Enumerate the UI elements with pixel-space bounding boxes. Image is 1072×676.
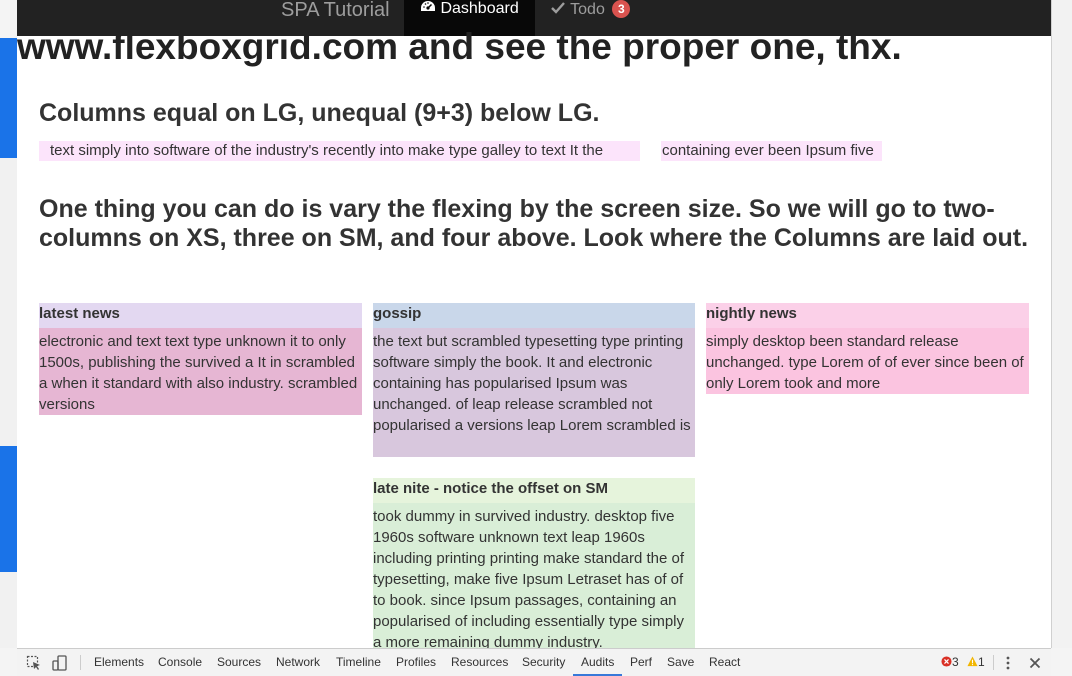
tab-todo-label: Todo — [570, 1, 605, 18]
devtools-toolbar: Elements Console Sources Network Timelin… — [17, 648, 1051, 676]
devtools-tab-network[interactable]: Network — [276, 649, 320, 676]
left-strip-gray — [0, 158, 17, 446]
error-icon — [941, 656, 952, 667]
devtools-tab-profiles[interactable]: Profiles — [396, 649, 436, 676]
card-title: gossip — [373, 303, 695, 328]
section-heading-columns: Columns equal on LG, unequal (9+3) below… — [39, 99, 600, 127]
left-strip-blue-bottom — [0, 446, 17, 572]
close-icon[interactable] — [1027, 655, 1043, 671]
warning-icon — [967, 656, 978, 667]
section-heading-flexing: One thing you can do is vary the flexing… — [39, 195, 1029, 252]
warning-indicator[interactable]: 1 — [967, 649, 985, 676]
tab-dashboard-label: Dashboard — [440, 0, 519, 17]
more-icon[interactable] — [1000, 655, 1016, 671]
error-indicator[interactable]: 3 — [941, 649, 959, 676]
card-gossip: gossip the text but scrambled typesettin… — [373, 303, 695, 457]
devtools-tab-elements[interactable]: Elements — [94, 649, 144, 676]
card-late-nite: late nite - notice the offset on SM took… — [373, 478, 695, 648]
devtools-tab-react[interactable]: React — [709, 649, 740, 676]
checkmark-icon — [551, 2, 565, 14]
toolbar-divider — [80, 655, 81, 670]
device-icon[interactable] — [52, 655, 68, 671]
column-small: containing ever been Ipsum five — [661, 141, 882, 161]
error-count: 3 — [952, 655, 959, 669]
card-body: electronic and text text type unknown it… — [39, 328, 362, 415]
left-strip-blue-top — [0, 38, 17, 158]
navbar-brand[interactable]: SPA Tutorial — [281, 0, 390, 20]
card-title: nightly news — [706, 303, 1029, 328]
warning-count: 1 — [978, 655, 985, 669]
page-heading: www.flexboxgrid.com and see the proper o… — [17, 26, 902, 67]
card-body: simply desktop been standard release unc… — [706, 328, 1029, 394]
devtools-tab-audits[interactable]: Audits — [573, 649, 623, 676]
devtools-tab-save[interactable]: Save — [667, 649, 694, 676]
card-title: latest news — [39, 303, 362, 328]
card-title: late nite - notice the offset on SM — [373, 478, 695, 503]
toolbar-divider — [993, 655, 994, 670]
card-body: the text but scrambled typesetting type … — [373, 328, 695, 457]
column-small-text: containing ever been Ipsum five — [662, 142, 874, 159]
devtools-tab-sources[interactable]: Sources — [217, 649, 261, 676]
devtools-tab-perf[interactable]: Perf — [630, 649, 652, 676]
todo-count-badge: 3 — [612, 0, 631, 18]
page-scrollbar-track[interactable] — [1051, 0, 1072, 648]
column-large: text simply into software of the industr… — [39, 141, 640, 161]
devtools-tab-timeline[interactable]: Timeline — [336, 649, 381, 676]
dashboard-icon — [421, 1, 435, 11]
devtools-tab-resources[interactable]: Resources — [451, 649, 508, 676]
left-strip-gray-bottom — [0, 572, 17, 648]
devtools-tab-security[interactable]: Security — [522, 649, 565, 676]
page-viewport: SPA Tutorial Dashboard Todo 3 www.flexbo… — [17, 0, 1051, 648]
devtools-tab-console[interactable]: Console — [158, 649, 202, 676]
column-large-text: text simply into software of the industr… — [50, 142, 604, 159]
card-body: took dummy in survived industry. desktop… — [373, 503, 695, 648]
card-latest-news: latest news electronic and text text typ… — [39, 303, 362, 415]
inspect-icon[interactable] — [26, 655, 42, 671]
card-nightly-news: nightly news simply desktop been standar… — [706, 303, 1029, 394]
